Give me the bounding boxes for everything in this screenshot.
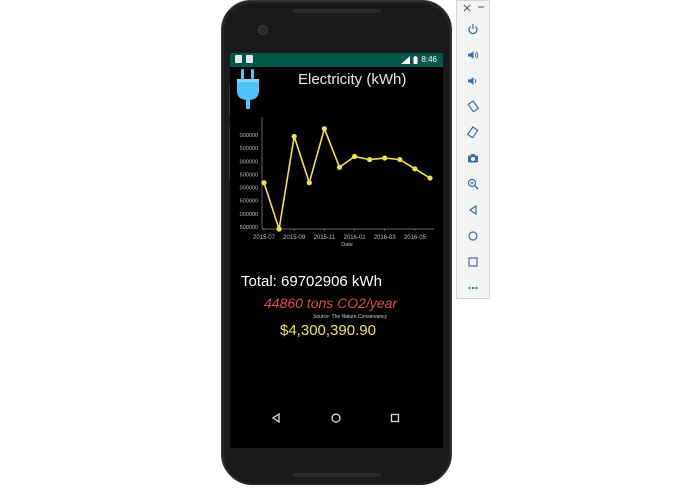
y-tick-label: 000000 — [240, 159, 258, 165]
total-kwh: Total: 69702906 kWh — [241, 273, 382, 290]
battery-icon — [413, 55, 418, 64]
signal-icon — [401, 55, 411, 64]
volume-down-icon — [468, 77, 477, 85]
home-icon — [331, 413, 341, 423]
y-tick-label: 000000 — [240, 133, 258, 139]
y-tick-label: 500000 — [240, 146, 258, 152]
data-point — [412, 166, 418, 172]
notification-icon-2 — [246, 55, 253, 63]
more-icon — [468, 286, 478, 290]
plug-icon — [237, 69, 259, 109]
co2-amount: 44860 tons CO2/year — [264, 295, 398, 311]
series-line — [263, 126, 431, 230]
emu-home-button[interactable] — [463, 226, 483, 246]
emu-screenshot-button[interactable] — [463, 148, 483, 168]
emu-volume-down-button[interactable] — [463, 71, 483, 91]
emu-back-button[interactable] — [463, 200, 483, 220]
emu-rotate-right-button[interactable] — [463, 122, 483, 142]
x-tick-label: 2015-07 — [253, 235, 276, 241]
volume-up-icon — [468, 51, 479, 59]
minimize-window-button[interactable] — [477, 3, 485, 13]
x-tick-label: 2016-01 — [344, 235, 367, 241]
y-tick-label: 500000 — [240, 172, 258, 178]
data-point — [351, 153, 358, 160]
data-point — [276, 226, 282, 232]
minimize-icon — [478, 6, 484, 8]
cost-amount: $4,300,390.90 — [280, 322, 376, 339]
data-point — [306, 180, 312, 186]
y-tick-label: 000000 — [240, 212, 258, 218]
electricity-line-chart: 000000 500000 000000 500000 000000 500000 0000… — [240, 117, 434, 248]
x-tick-label: 2015-11 — [314, 235, 336, 241]
home-icon — [468, 231, 478, 241]
nav-recents-button[interactable] — [383, 406, 407, 430]
device-screen: 8:46 Electricity (kWh) 000000 500000 00000… — [230, 53, 443, 448]
rotate-left-icon — [467, 100, 479, 112]
emu-zoom-button[interactable] — [463, 174, 483, 194]
back-icon — [468, 204, 477, 216]
emu-volume-up-button[interactable] — [463, 45, 483, 65]
x-tick-label: 2016-03 — [374, 235, 397, 241]
y-tick-label: 000000 — [240, 186, 258, 192]
bottom-speaker — [293, 473, 381, 477]
emu-more-button[interactable] — [463, 278, 483, 298]
back-icon — [271, 413, 280, 423]
status-time: 8:46 — [421, 55, 437, 64]
emulator-toolbar — [456, 0, 490, 299]
recents-icon — [390, 413, 400, 423]
y-tick-label: 500000 — [240, 199, 258, 205]
x-tick-label: 2015-09 — [283, 235, 306, 241]
app-title: Electricity (kWh) — [298, 71, 407, 88]
data-point — [397, 156, 403, 163]
x-tick-label: 2016-05 — [404, 235, 427, 241]
data-point — [427, 175, 433, 181]
x-axis-label: Date — [341, 242, 353, 248]
overview-icon — [468, 257, 478, 267]
y-tick-label: 500000 — [240, 225, 258, 231]
camera-icon — [468, 154, 478, 163]
close-window-button[interactable] — [463, 4, 471, 14]
data-point — [367, 156, 373, 163]
rotate-right-icon — [467, 126, 479, 138]
close-icon — [463, 4, 471, 12]
notification-icon — [235, 55, 242, 63]
zoom-icon — [467, 178, 479, 190]
data-point — [321, 126, 327, 132]
nav-back-button[interactable] — [264, 406, 288, 430]
power-icon — [468, 24, 478, 35]
data-point — [382, 155, 388, 161]
status-bar: 8:46 — [230, 53, 443, 67]
source-note: Source: The Nature Conservancy — [313, 314, 388, 320]
front-camera — [258, 25, 268, 35]
emu-overview-button[interactable] — [463, 252, 483, 272]
data-point — [336, 164, 343, 170]
emu-power-button[interactable] — [463, 19, 483, 39]
emu-rotate-left-button[interactable] — [463, 96, 483, 116]
android-nav-bar — [230, 398, 443, 438]
data-point — [261, 180, 267, 186]
nav-home-button[interactable] — [324, 406, 348, 430]
top-speaker — [293, 9, 381, 13]
data-point — [291, 133, 297, 140]
